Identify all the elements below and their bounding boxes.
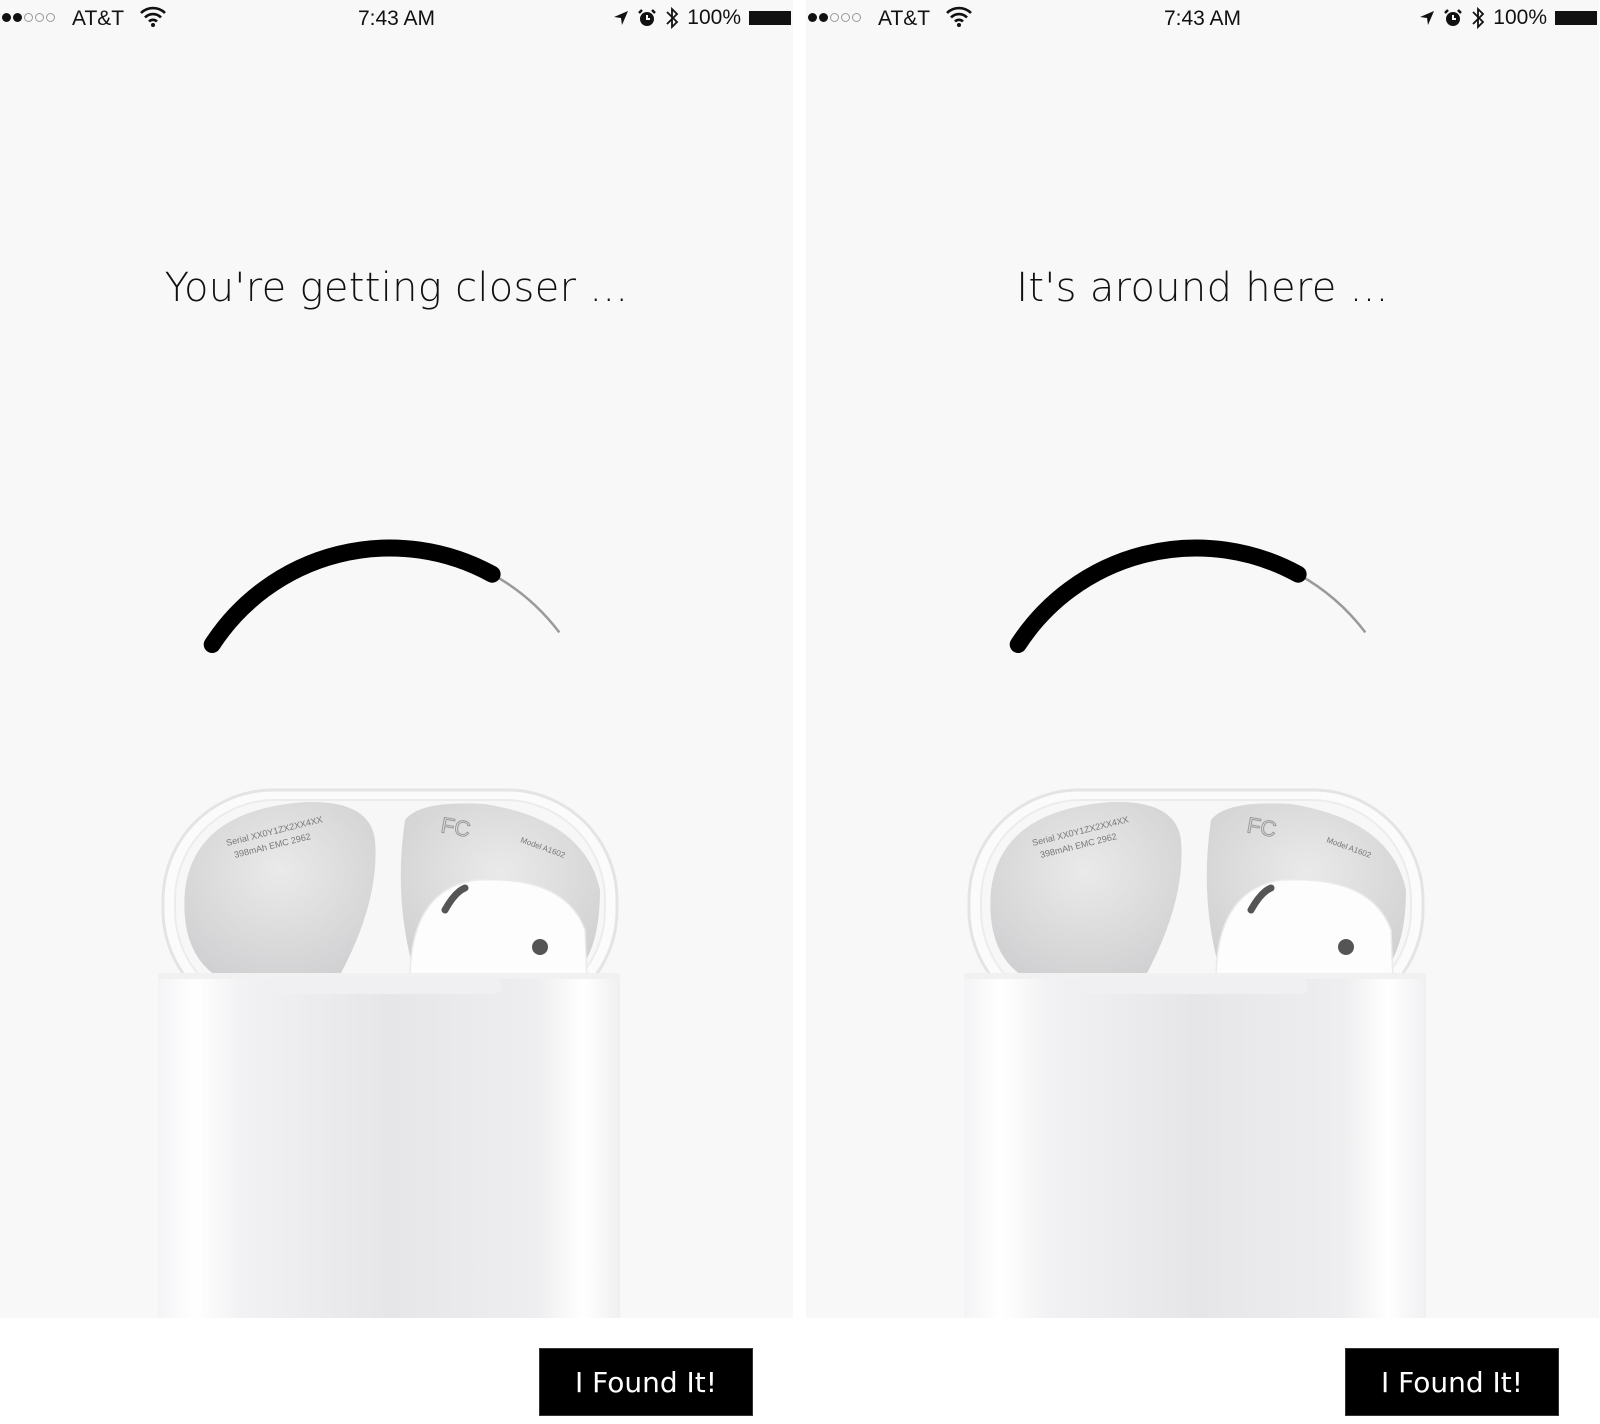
bluetooth-icon [1472,6,1485,30]
proximity-arc-filled [203,539,501,654]
location-arrow-icon [1420,11,1435,25]
battery-full-icon [749,11,791,25]
battery-percentage: 100% [1493,6,1547,29]
location-arrow-icon [614,11,629,25]
bluetooth-icon [666,6,679,30]
fcc-logo: FC [439,812,472,842]
i-found-it-button[interactable]: I Found It! [539,1348,753,1416]
find-view: AT&T 7:43 AM 100% [0,0,793,1318]
status-bar: AT&T 7:43 AM 100% [0,0,793,38]
phone-screen-left: AT&T 7:43 AM 100% You're getting closer … [0,0,793,1424]
proximity-message: You're getting closer ... [164,265,629,311]
battery-percentage: 100% [687,6,741,29]
alarm-clock-icon [1444,9,1463,26]
proximity-arc-filled [1009,539,1307,654]
airpods-case-image: Serial XX0Y1ZX2XX4XX 398mAh EMC 2962 FC … [964,788,1426,1318]
proximity-arc-track [1297,573,1367,634]
proximity-arc-track [491,573,561,634]
find-view: AT&T 7:43 AM 100% [806,0,1599,1318]
alarm-clock-icon [638,9,657,26]
i-found-it-button[interactable]: I Found It! [1345,1348,1559,1416]
fcc-logo: FC [1245,812,1278,842]
proximity-message: It's around here ... [1016,265,1389,311]
proximity-gauge [1009,539,1367,654]
battery-full-icon [1555,11,1597,25]
status-bar: AT&T 7:43 AM 100% [806,0,1599,38]
proximity-gauge [203,539,561,654]
phone-screen-right: AT&T 7:43 AM 100% It's around here ... S… [806,0,1599,1424]
airpods-case-image: Serial XX0Y1ZX2XX4XX 398mAh EMC 2962 FC … [158,788,620,1318]
